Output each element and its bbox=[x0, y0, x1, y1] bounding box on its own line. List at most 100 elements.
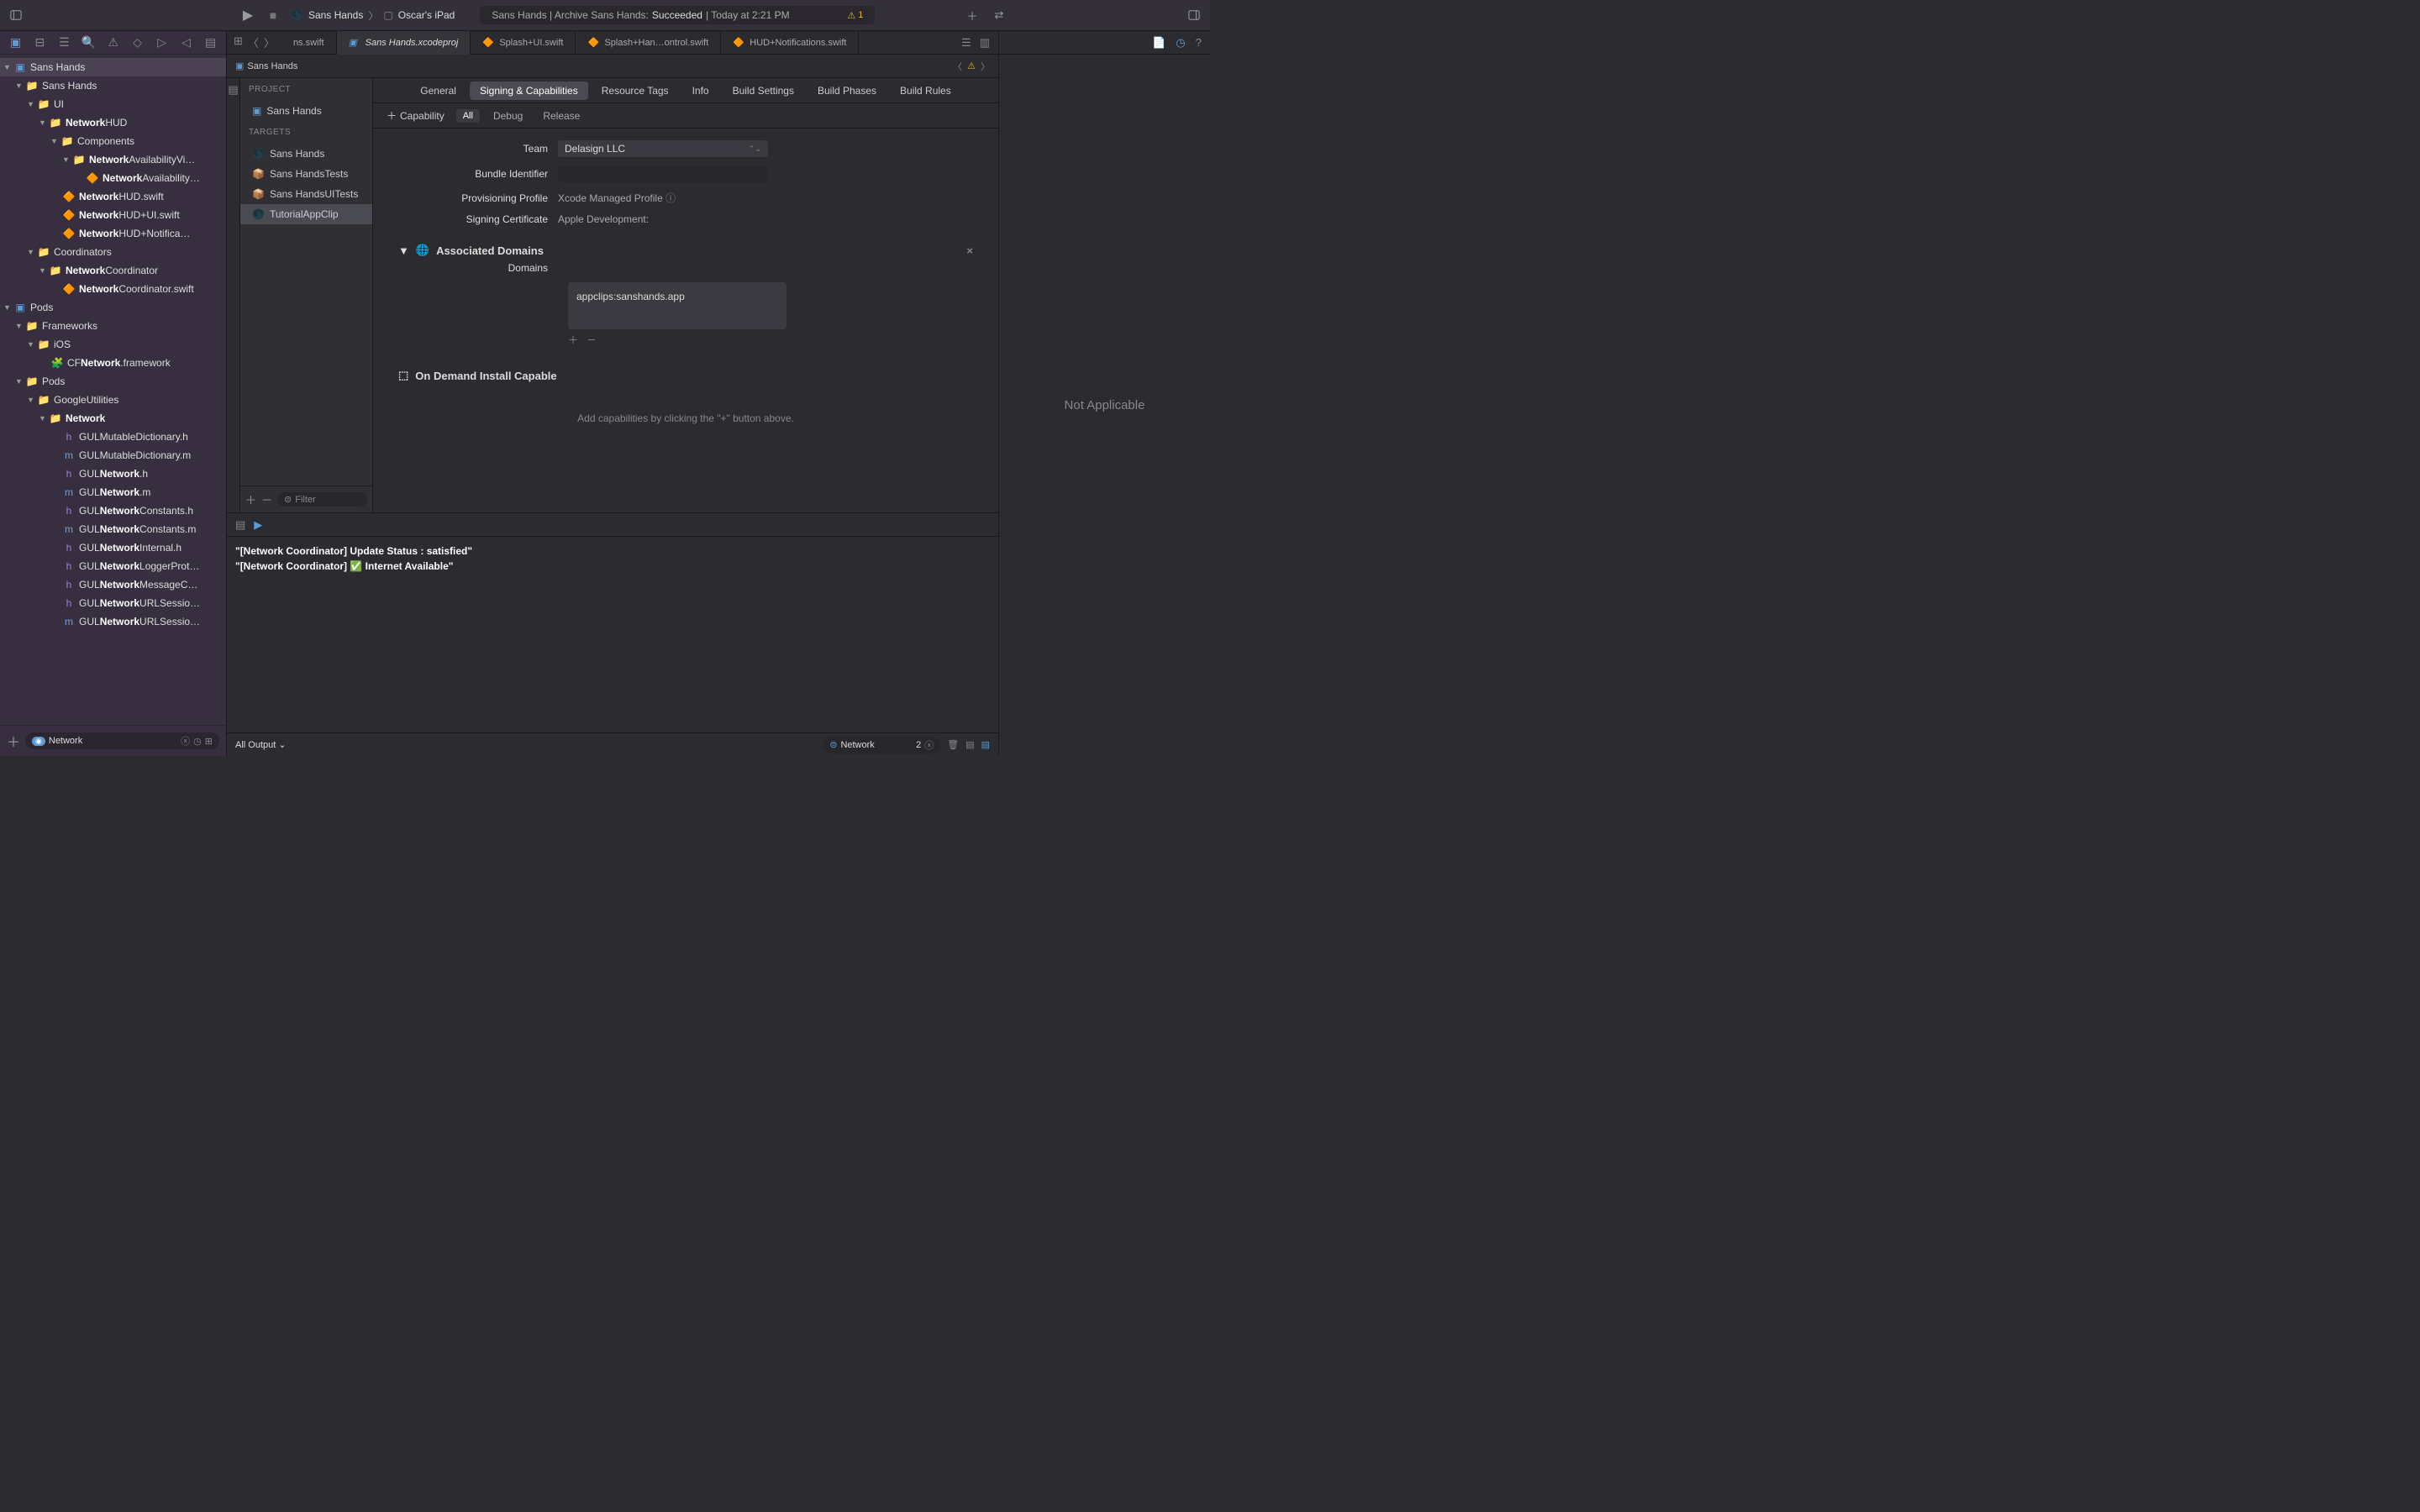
bundle-id-input[interactable] bbox=[558, 165, 768, 182]
forward-icon[interactable]: 〉 bbox=[264, 34, 275, 50]
help-inspector-icon[interactable]: ? bbox=[1196, 36, 1202, 49]
clear-filter-icon[interactable]: ⓧ bbox=[924, 738, 934, 752]
disclosure-icon[interactable]: ▼ bbox=[3, 63, 13, 71]
tree-file[interactable]: hGULMutableDictionary.h bbox=[0, 428, 226, 446]
domain-entry[interactable]: appclips:sanshands.app bbox=[576, 291, 778, 302]
assistant-icon[interactable]: ▥ bbox=[980, 36, 990, 50]
add-file-button[interactable]: ＋ bbox=[7, 731, 20, 751]
tab-resource-tags[interactable]: Resource Tags bbox=[592, 81, 679, 100]
editor-options-icon[interactable]: ☰ bbox=[961, 36, 971, 50]
back-icon[interactable]: 〈 bbox=[248, 34, 259, 50]
tree-file[interactable]: 🧩CFNetwork.framework bbox=[0, 354, 226, 372]
tree-folder[interactable]: ▼📁NetworkHUD bbox=[0, 113, 226, 132]
remove-capability-icon[interactable]: × bbox=[966, 244, 973, 257]
tree-file[interactable]: 🔶NetworkHUD+Notifica… bbox=[0, 224, 226, 243]
section-header[interactable]: ⬚ On Demand Install Capable bbox=[390, 364, 981, 387]
add-domain-button[interactable]: ＋ bbox=[568, 333, 578, 347]
target-item[interactable]: 🌑TutorialAppClip bbox=[240, 204, 372, 224]
tree-folder[interactable]: ▼📁NetworkCoordinator bbox=[0, 261, 226, 280]
test-nav-icon[interactable]: ◇ bbox=[130, 35, 145, 50]
tree-file[interactable]: hGULNetworkInternal.h bbox=[0, 538, 226, 557]
editor-tab[interactable]: ▣Sans Hands.xcodeproj bbox=[337, 31, 471, 55]
disclosure-icon[interactable]: ▼ bbox=[398, 244, 409, 257]
tab-signing[interactable]: Signing & Capabilities bbox=[470, 81, 588, 100]
tab-build-settings[interactable]: Build Settings bbox=[723, 81, 804, 100]
tree-file[interactable]: mGULNetwork.m bbox=[0, 483, 226, 501]
section-header[interactable]: ▼ 🌐 Associated Domains × bbox=[390, 239, 981, 262]
target-item[interactable]: 📦Sans HandsTests bbox=[240, 164, 372, 184]
editor-tab[interactable]: ns.swift bbox=[281, 31, 337, 55]
tree-file[interactable]: mGULNetworkURLSessio… bbox=[0, 612, 226, 631]
clock-icon[interactable]: ◷ bbox=[193, 736, 202, 747]
tab-build-phases[interactable]: Build Phases bbox=[808, 81, 886, 100]
config-all[interactable]: All bbox=[456, 109, 480, 123]
team-select[interactable]: Delasign LLC ⌃⌄ bbox=[558, 140, 768, 157]
remove-domain-button[interactable]: － bbox=[587, 333, 597, 347]
navigator-filter[interactable]: ◉ Network ⓧ ◷ ⊞ bbox=[25, 732, 219, 749]
scm-filter-icon[interactable]: ⊞ bbox=[205, 736, 213, 747]
symbol-nav-icon[interactable]: ☰ bbox=[57, 35, 71, 50]
tree-file[interactable]: mGULMutableDictionary.m bbox=[0, 446, 226, 465]
tree-file[interactable]: hGULNetworkURLSessio… bbox=[0, 594, 226, 612]
tree-folder[interactable]: ▼📁NetworkAvailabilityVi… bbox=[0, 150, 226, 169]
find-nav-icon[interactable]: 🔍 bbox=[82, 35, 96, 50]
document-outline-toggle[interactable]: ▤ bbox=[227, 78, 240, 512]
target-filter[interactable]: ⊜Filter bbox=[277, 492, 367, 507]
tab-general[interactable]: General bbox=[410, 81, 466, 100]
sidebar-toggle-icon[interactable] bbox=[8, 8, 24, 23]
tree-folder[interactable]: ▼📁UI bbox=[0, 95, 226, 113]
clear-filter-icon[interactable]: ⓧ bbox=[181, 734, 190, 748]
run-button[interactable]: ▶ bbox=[240, 8, 255, 23]
tree-folder[interactable]: ▼📁Coordinators bbox=[0, 243, 226, 261]
scheme-selector[interactable]: 🌑 Sans Hands 〉 ▢ Oscar's iPad bbox=[291, 8, 455, 23]
next-issue-icon[interactable]: 〉 bbox=[981, 60, 990, 73]
tree-folder[interactable]: ▼📁Sans Hands bbox=[0, 76, 226, 95]
config-release[interactable]: Release bbox=[536, 108, 587, 123]
tab-info[interactable]: Info bbox=[682, 81, 719, 100]
tab-build-rules[interactable]: Build Rules bbox=[890, 81, 961, 100]
add-target-button[interactable]: ＋ bbox=[245, 491, 256, 507]
trash-icon[interactable]: 🗑 bbox=[947, 739, 959, 750]
file-inspector-icon[interactable]: 📄 bbox=[1152, 36, 1165, 50]
warning-count[interactable]: ⚠ 1 bbox=[847, 10, 863, 21]
console-output[interactable]: "[Network Coordinator] Update Status : s… bbox=[227, 537, 998, 732]
remove-target-button[interactable]: － bbox=[261, 491, 272, 507]
tree-file[interactable]: 🔶NetworkHUD+UI.swift bbox=[0, 206, 226, 224]
info-icon[interactable]: ⓘ bbox=[666, 192, 676, 204]
tree-file[interactable]: 🔶NetworkAvailability… bbox=[0, 169, 226, 187]
variables-pane-icon[interactable]: ▤ bbox=[965, 739, 974, 750]
tree-folder[interactable]: ▼▣Pods bbox=[0, 298, 226, 317]
console-pane-icon[interactable]: ▤ bbox=[981, 739, 990, 750]
add-icon[interactable]: ＋ bbox=[965, 8, 980, 23]
report-nav-icon[interactable]: ▤ bbox=[203, 35, 218, 50]
debug-view-icon[interactable]: ▤ bbox=[235, 518, 245, 532]
add-capability-button[interactable]: ＋ Capability bbox=[381, 107, 450, 124]
domains-list[interactable]: appclips:sanshands.app bbox=[568, 282, 786, 329]
breakpoint-icon[interactable]: ▶ bbox=[254, 518, 262, 532]
config-debug[interactable]: Debug bbox=[487, 108, 529, 123]
target-item[interactable]: 🌑Sans Hands bbox=[240, 144, 372, 164]
tree-file[interactable]: hGULNetworkMessageC… bbox=[0, 575, 226, 594]
breakpoint-nav-icon[interactable]: ◁ bbox=[179, 35, 193, 50]
tree-file[interactable]: hGULNetwork.h bbox=[0, 465, 226, 483]
target-item[interactable]: 📦Sans HandsUITests bbox=[240, 184, 372, 204]
tree-file[interactable]: 🔶NetworkCoordinator.swift bbox=[0, 280, 226, 298]
tree-folder[interactable]: ▼📁Network bbox=[0, 409, 226, 428]
library-icon[interactable]: ⇄ bbox=[992, 8, 1007, 23]
source-control-icon[interactable]: ⊟ bbox=[33, 35, 47, 50]
tree-folder[interactable]: ▼📁iOS bbox=[0, 335, 226, 354]
editor-tab[interactable]: 🔶Splash+UI.swift bbox=[471, 31, 576, 55]
tree-folder[interactable]: ▼📁Frameworks bbox=[0, 317, 226, 335]
debug-nav-icon[interactable]: ▷ bbox=[155, 35, 169, 50]
history-inspector-icon[interactable]: ◷ bbox=[1176, 36, 1185, 50]
console-filter[interactable]: ⊜ Network 2 ⓧ bbox=[823, 737, 940, 753]
editor-tab[interactable]: 🔶Splash+Han…ontrol.swift bbox=[576, 31, 721, 55]
tree-root[interactable]: ▼ ▣ Sans Hands bbox=[0, 58, 226, 76]
jump-bar[interactable]: ▣ Sans Hands 〈 ⚠ 〉 bbox=[227, 55, 998, 78]
tree-folder[interactable]: ▼📁Pods bbox=[0, 372, 226, 391]
tree-folder[interactable]: ▼📁GoogleUtilities bbox=[0, 391, 226, 409]
stop-button[interactable]: ■ bbox=[266, 8, 281, 23]
tree-file[interactable]: mGULNetworkConstants.m bbox=[0, 520, 226, 538]
project-nav-icon[interactable]: ▣ bbox=[8, 35, 23, 50]
inspector-toggle-icon[interactable] bbox=[1186, 8, 1202, 23]
